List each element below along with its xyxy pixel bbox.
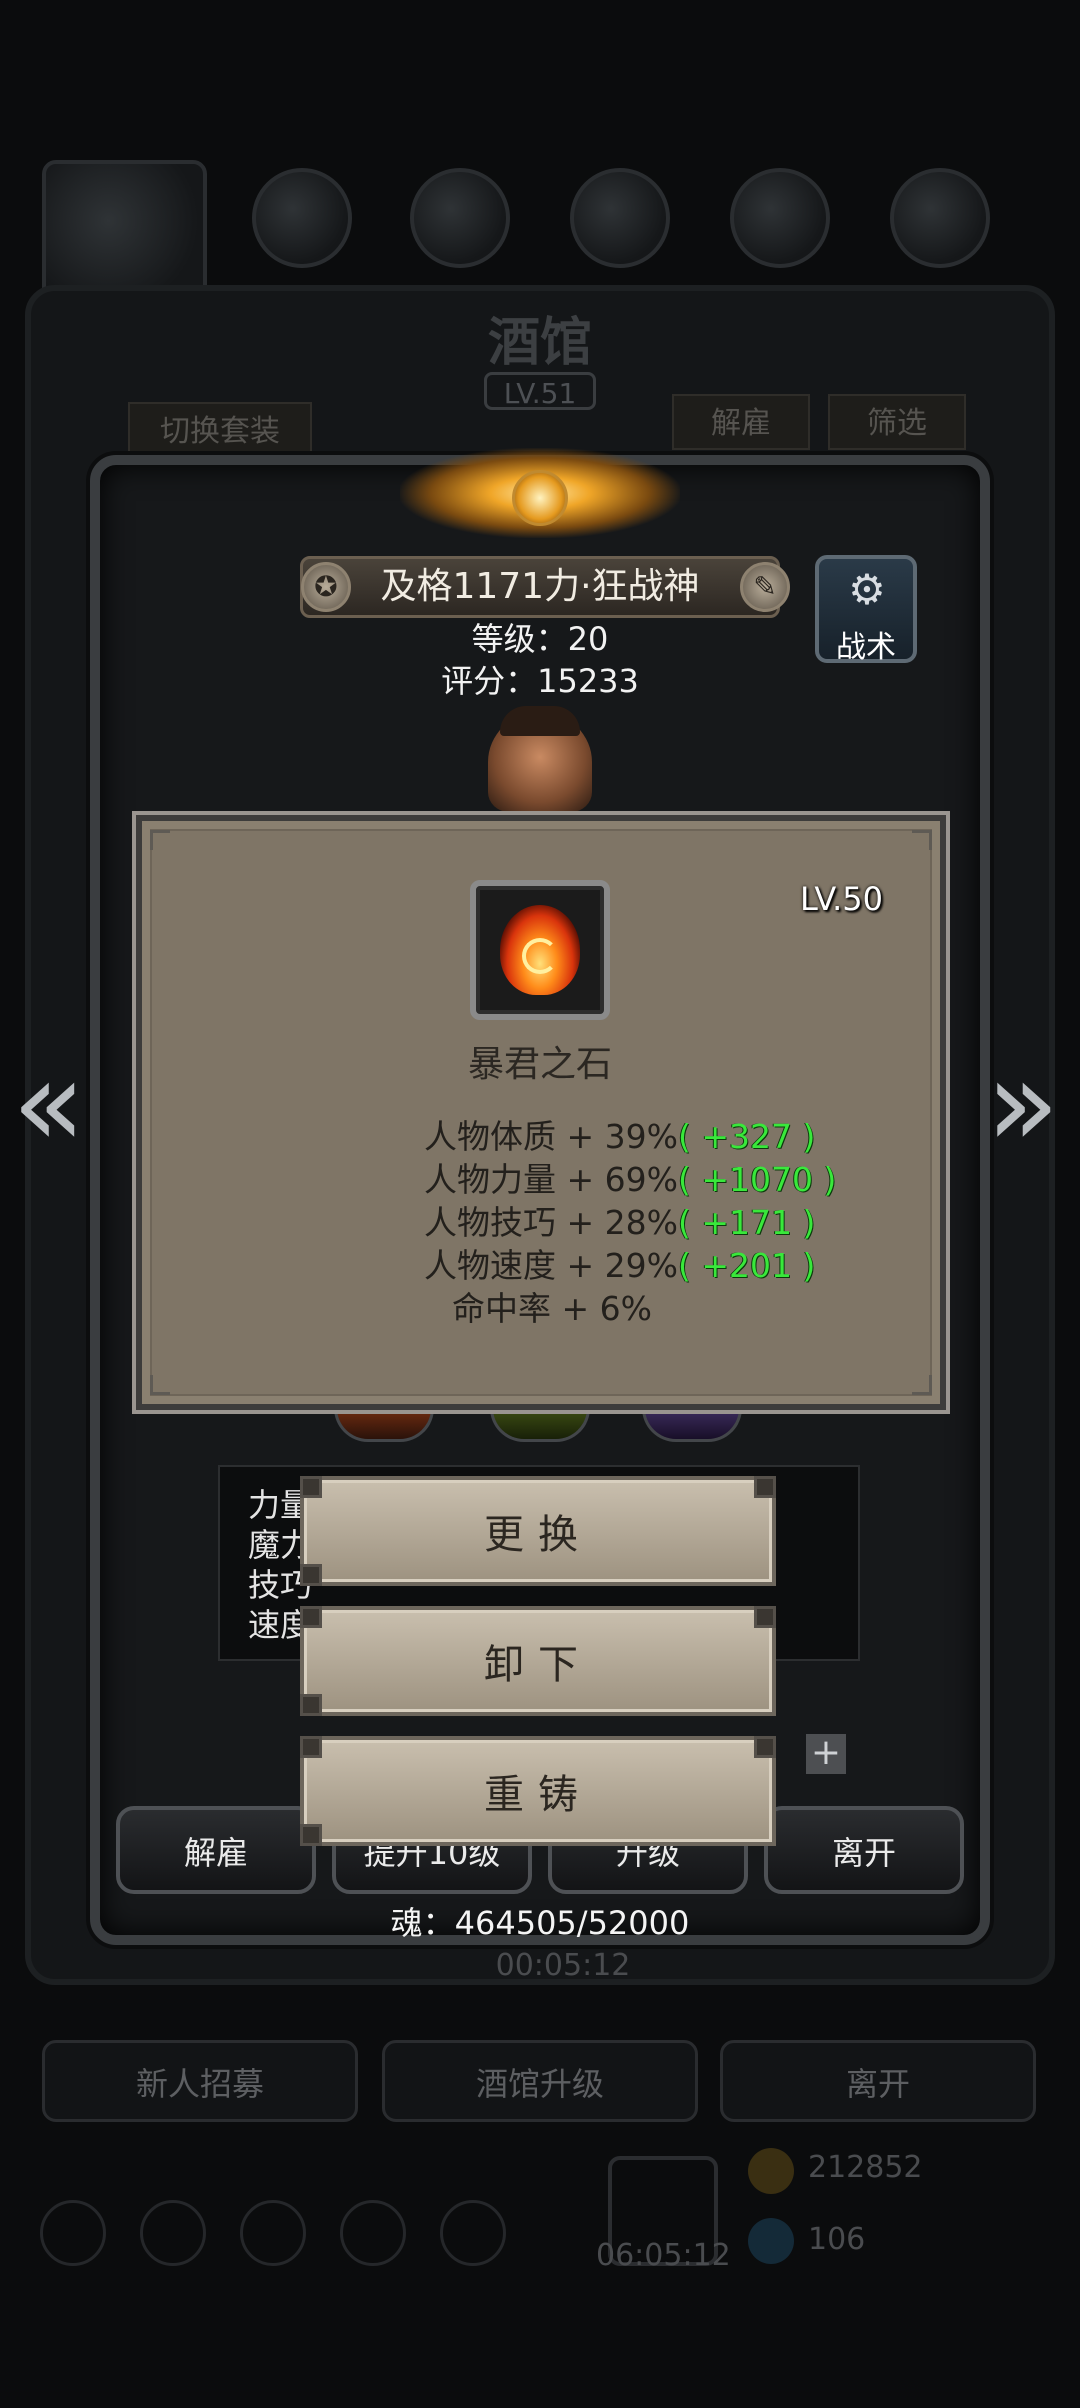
- gem-icon: [748, 2218, 794, 2264]
- dismiss-button[interactable]: 解雇: [116, 1806, 316, 1894]
- leave-button[interactable]: 离开: [764, 1806, 964, 1894]
- gold-coin-icon: [748, 2148, 794, 2194]
- tavern-level: LV.51: [484, 372, 596, 410]
- gold-amount: 212852: [808, 2150, 923, 2185]
- effect-line: 人物速度 + 29%( +201 ): [424, 1239, 815, 1287]
- hero-level: 等级：20: [471, 620, 609, 658]
- tavern-upgrade-button[interactable]: 酒馆升级: [382, 2040, 698, 2122]
- recruit-button[interactable]: 新人招募: [42, 2040, 358, 2122]
- effect-bonus: ( +1070 ): [677, 1160, 837, 1199]
- menu-icon[interactable]: [340, 2200, 406, 2266]
- filter-button[interactable]: 筛选: [828, 394, 966, 450]
- effect-bonus: ( +201 ): [677, 1246, 816, 1285]
- hero-slot[interactable]: [890, 168, 990, 268]
- popup-corner: [150, 830, 170, 850]
- gem-amount: 106: [808, 2222, 866, 2257]
- replace-button[interactable]: 更换: [300, 1476, 776, 1586]
- popup-corner: [912, 830, 932, 850]
- emblem-icon: [512, 470, 568, 526]
- button-corner: [754, 1606, 776, 1628]
- effect-text: 人物力量 + 69%: [424, 1160, 678, 1199]
- bg-dismiss-button[interactable]: 解雇: [672, 394, 810, 450]
- soul-counter: 魂：464505/52000: [390, 1904, 690, 1942]
- effect-text: 命中率 + 6%: [452, 1289, 652, 1328]
- effect-line: 人物体质 + 39%( +327 ): [424, 1110, 815, 1158]
- edit-name-icon[interactable]: ✎: [740, 562, 790, 612]
- item-level: LV.50: [800, 880, 883, 918]
- gear-icon: ⚙: [848, 565, 886, 614]
- small-timer: 00:05:12: [495, 1948, 631, 1983]
- hero-slot[interactable]: [410, 168, 510, 268]
- switch-set-button[interactable]: 切换套装: [128, 402, 312, 458]
- effect-text: 人物速度 + 29%: [424, 1246, 678, 1285]
- reforge-button[interactable]: 重铸: [300, 1736, 776, 1846]
- item-name: 暴君之石: [467, 1044, 612, 1085]
- unequip-button[interactable]: 卸下: [300, 1606, 776, 1716]
- bottom-timer: 06:05:12: [596, 2238, 731, 2273]
- button-corner: [300, 1694, 322, 1716]
- menu-icon[interactable]: [140, 2200, 206, 2266]
- hero-slot[interactable]: [570, 168, 670, 268]
- button-corner: [300, 1736, 322, 1758]
- button-corner: [300, 1824, 322, 1846]
- menu-icon[interactable]: [440, 2200, 506, 2266]
- button-corner: [300, 1564, 322, 1586]
- hero-name: 及格1171力·狂战神: [380, 566, 700, 607]
- effect-text: 人物体质 + 39%: [424, 1117, 678, 1156]
- hero-slot[interactable]: [252, 168, 352, 268]
- button-corner: [754, 1476, 776, 1498]
- popup-corner: [150, 1375, 170, 1395]
- button-corner: [300, 1476, 322, 1498]
- tavern-title: 酒馆: [487, 312, 592, 373]
- button-corner: [300, 1606, 322, 1628]
- effect-line: 人物技巧 + 28%( +171 ): [424, 1196, 815, 1244]
- hero-slot[interactable]: [730, 168, 830, 268]
- effect-bonus: ( +171 ): [677, 1203, 816, 1242]
- effect-line: 人物力量 + 69%( +1070 ): [424, 1153, 836, 1201]
- menu-icon[interactable]: [240, 2200, 306, 2266]
- tavern-leave-button[interactable]: 离开: [720, 2040, 1036, 2122]
- button-corner: [754, 1736, 776, 1758]
- add-exp-button[interactable]: +: [806, 1734, 846, 1774]
- effect-bonus: ( +327 ): [677, 1117, 816, 1156]
- menu-icon[interactable]: [40, 2200, 106, 2266]
- medal-icon[interactable]: ✪: [301, 562, 351, 612]
- effect-line: 命中率 + 6%: [452, 1282, 652, 1330]
- hero-score: 评分：15233: [441, 662, 639, 700]
- tyrant-stone-swirl: [522, 938, 558, 974]
- effect-text: 人物技巧 + 28%: [424, 1203, 678, 1242]
- hero-portrait-hair: [500, 706, 580, 736]
- popup-corner: [912, 1375, 932, 1395]
